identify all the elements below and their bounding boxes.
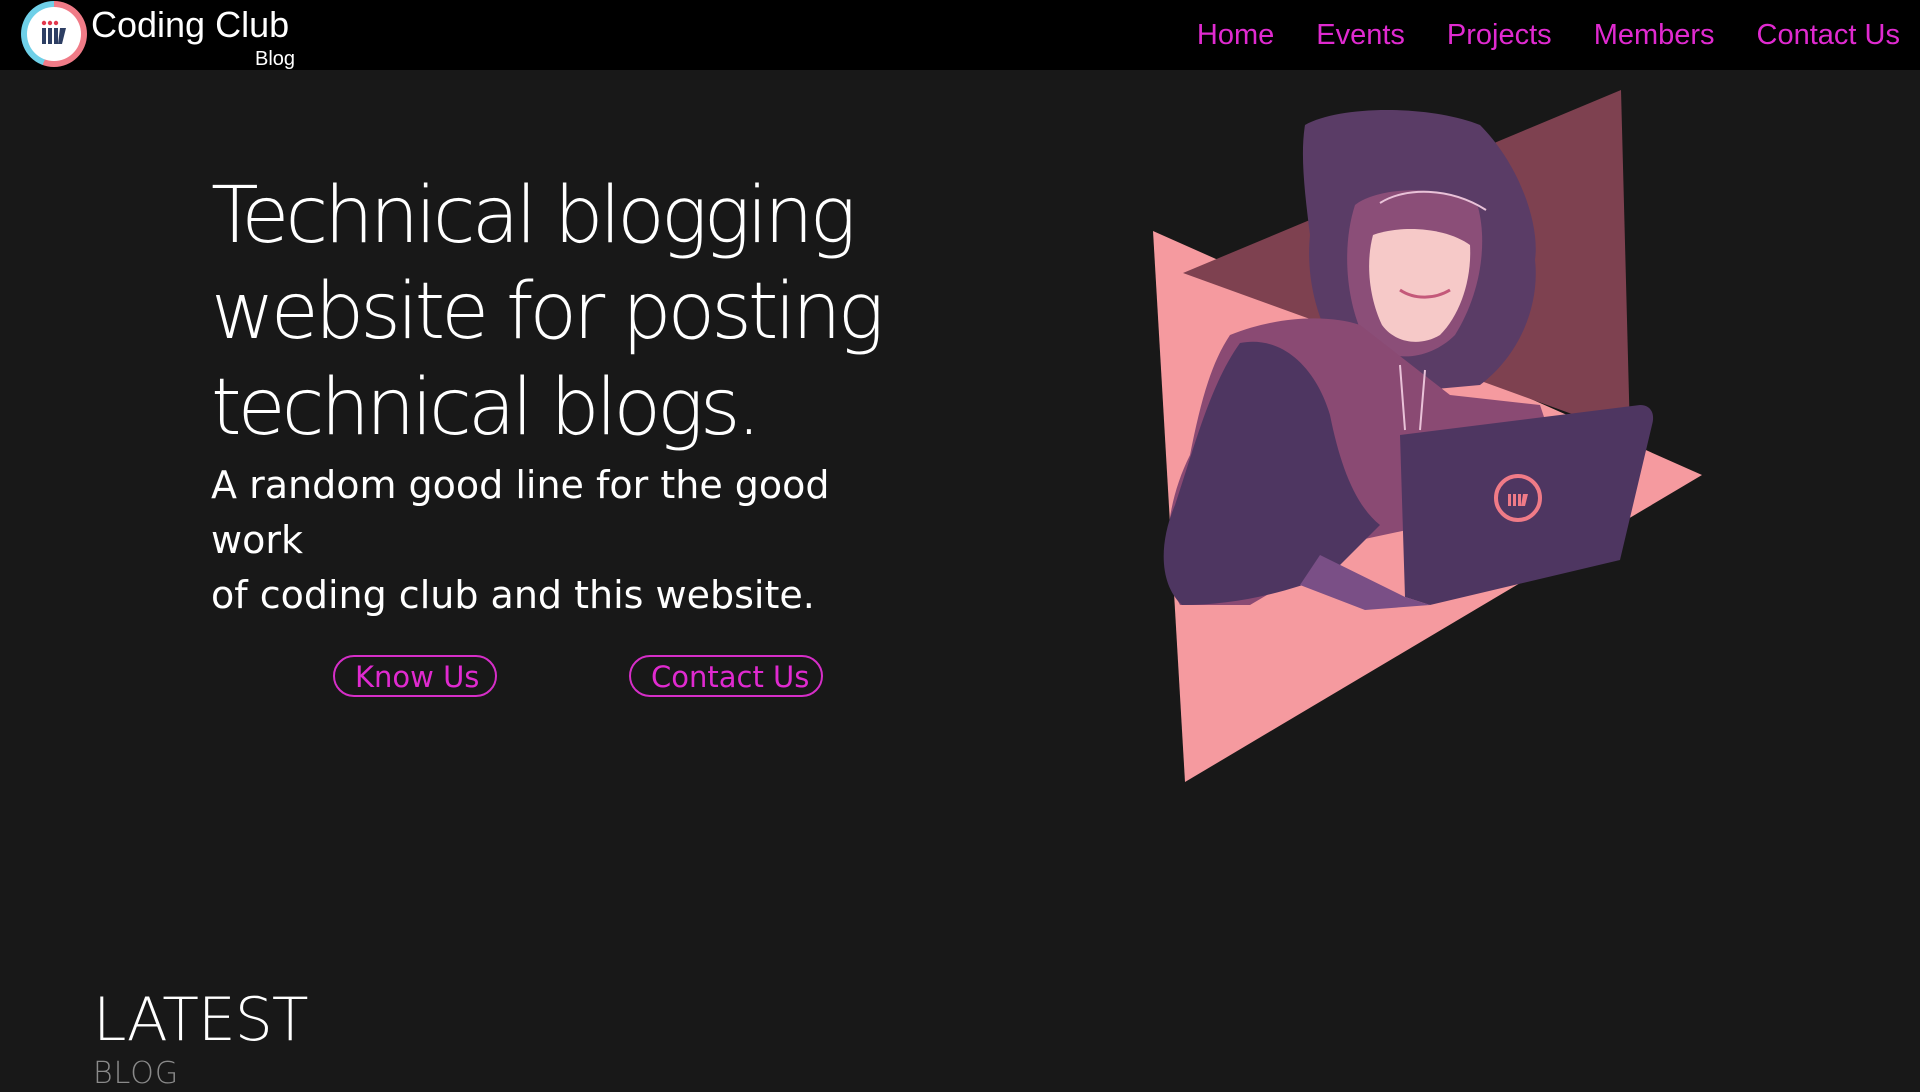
brand-subtitle: Blog: [255, 48, 296, 70]
top-navbar: Coding Club Blog Home Events Projects Me…: [0, 0, 1920, 70]
iiitv-logo-icon: [41, 20, 66, 44]
logo-badge: [27, 7, 81, 61]
hero-subtitle: A random good line for the good work of …: [211, 458, 931, 623]
nav-home-link[interactable]: Home: [1197, 19, 1274, 52]
latest-section-title: LATEST: [93, 985, 308, 1055]
know-us-button[interactable]: Know Us: [333, 655, 497, 697]
hero-title-line: Technical blogging: [211, 171, 856, 261]
hooded-coder-laptop-illustration: [1153, 90, 1702, 782]
logo-ring: [21, 1, 87, 67]
nav-contact-link[interactable]: Contact Us: [1757, 19, 1900, 52]
brand-logo[interactable]: Coding Club Blog: [20, 0, 320, 70]
hero-subtitle-line: of coding club and this website.: [211, 573, 815, 617]
nav-projects-link[interactable]: Projects: [1447, 19, 1552, 52]
contact-us-button[interactable]: Contact Us: [629, 655, 823, 697]
nav-events-link[interactable]: Events: [1316, 19, 1405, 52]
hero-title-line: website for posting: [211, 267, 884, 357]
latest-section-subtitle: BLOG: [93, 1056, 180, 1091]
hero-subtitle-line: A random good line for the good work: [211, 463, 830, 562]
hero-title: Technical blogging website for posting t…: [211, 168, 931, 456]
brand-name: Coding Club: [91, 4, 290, 45]
laptop-shape: [1400, 405, 1654, 605]
main-nav: Home Events Projects Members Contact Us: [1197, 0, 1900, 70]
nav-members-link[interactable]: Members: [1594, 19, 1715, 52]
hero-title-line: technical blogs.: [211, 363, 761, 453]
